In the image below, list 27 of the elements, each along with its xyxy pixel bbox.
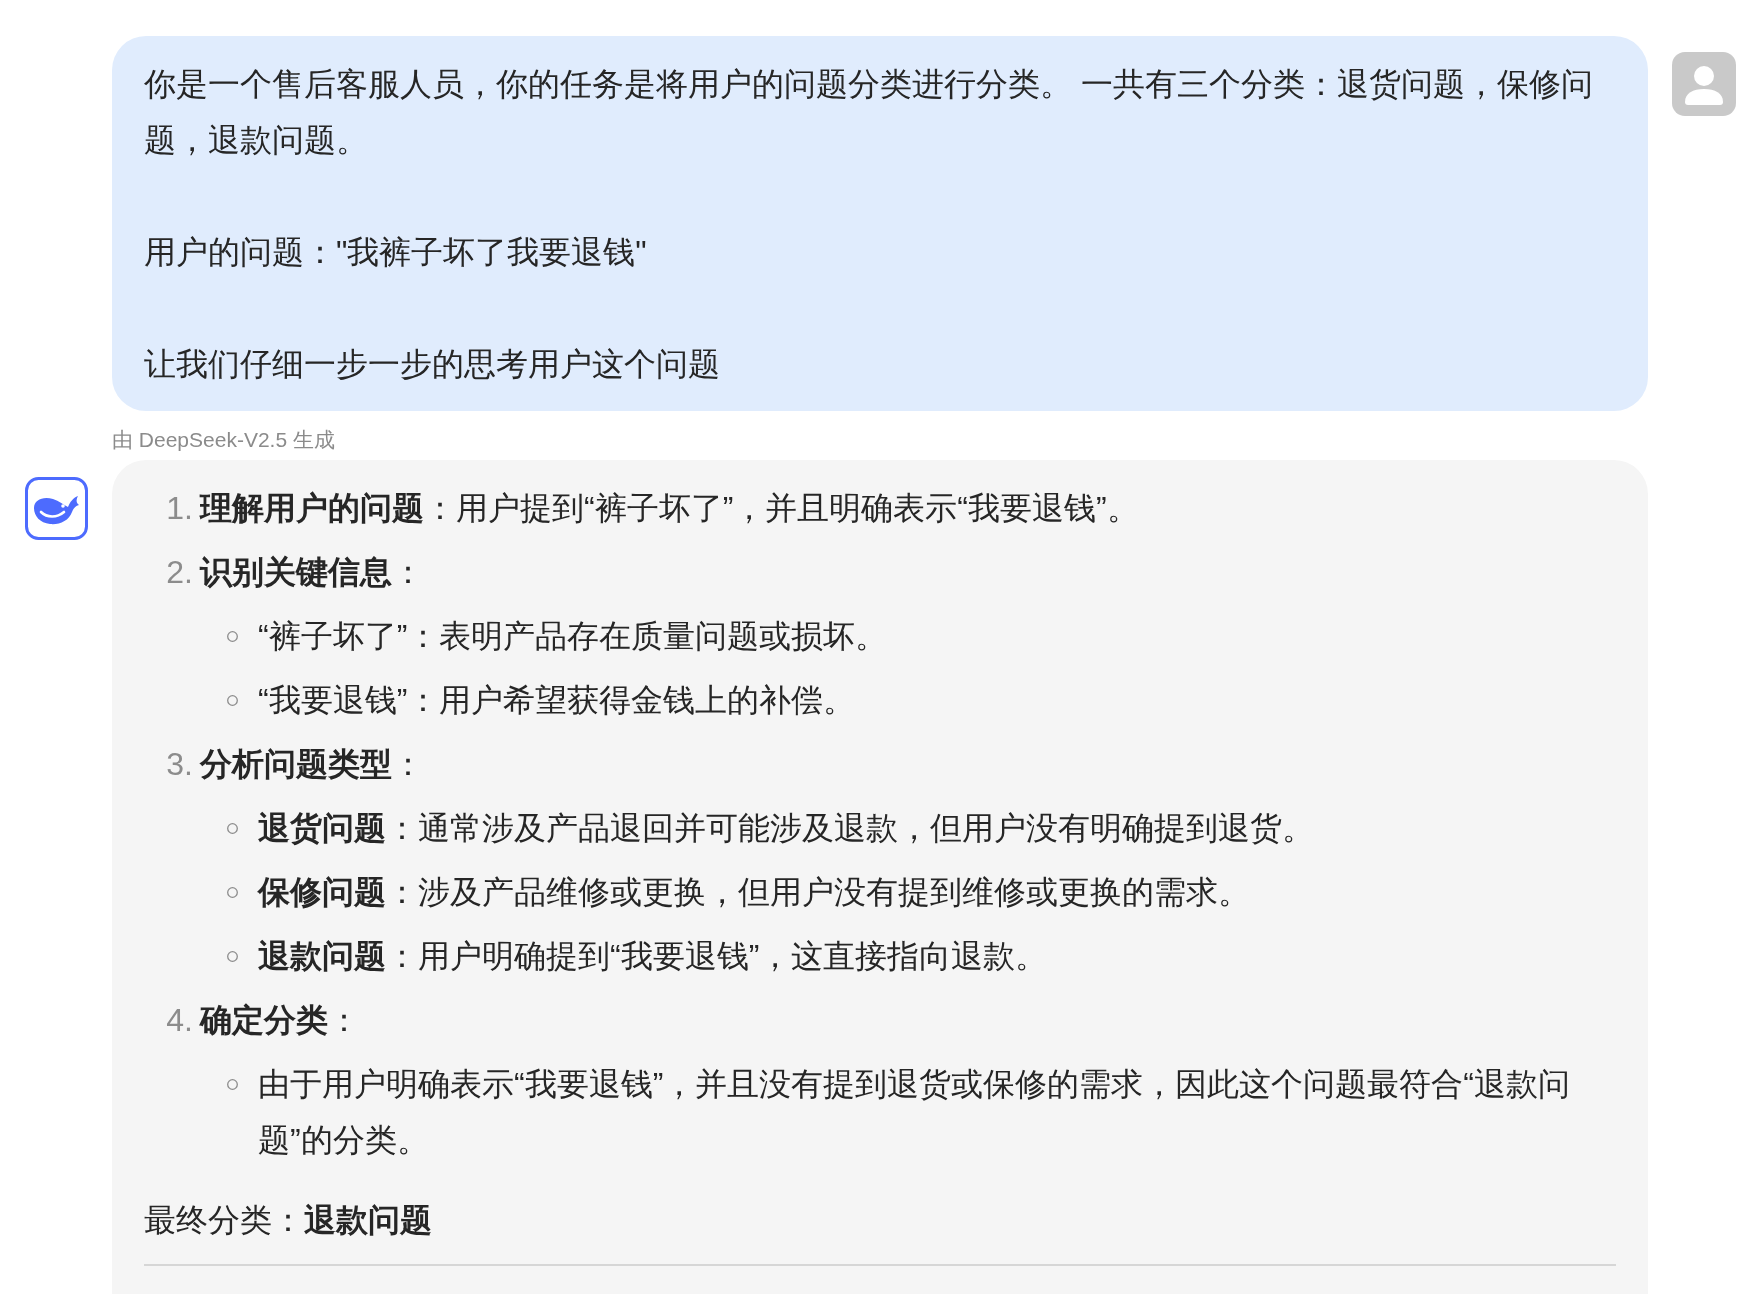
bullet-icon xyxy=(227,631,238,642)
bullet-icon xyxy=(227,1079,238,1090)
user-message-text: 你是一个售后客服人员，你的任务是将用户的问题分类进行分类。 一共有三个分类：退货问题，保修问题，退款问题。 xyxy=(144,65,1594,160)
list-number: 4. xyxy=(165,1001,193,1040)
bullet-icon xyxy=(227,887,238,898)
bullet-icon xyxy=(227,823,238,834)
sub-item-text: 保修问题：涉及产品维修或更换，但用户没有提到维修或更换的需求。 xyxy=(258,873,1250,912)
sub-item-text: “我要退钱”：用户希望获得金钱上的补偿。 xyxy=(258,681,856,720)
sub-item-text: 退款问题：用户明确提到“我要退钱”，这直接指向退款。 xyxy=(258,937,1048,976)
list-number: 2. xyxy=(165,553,193,592)
sub-item-text: 退货问题：通常涉及产品退回并可能涉及退款，但用户没有明确提到退货。 xyxy=(258,809,1314,848)
list-item-text: 分析问题类型： xyxy=(200,745,424,784)
model-label: 由 DeepSeek-V2.5 生成 xyxy=(112,428,335,451)
conclusion-text: 最终分类：退款问题 xyxy=(144,1202,432,1238)
user-message-text: 让我们仔细一步一步的思考用户这个问题 xyxy=(144,345,721,384)
list-item-text: 理解用户的问题：用户提到“裤子坏了”，并且明确表示“我要退钱”。 xyxy=(200,489,1139,528)
list-number: 3. xyxy=(165,745,193,784)
user-avatar-icon xyxy=(1672,52,1736,116)
list-item-text: 识别关键信息： xyxy=(200,553,424,592)
sub-item-text: 由于用户明确表示“我要退钱”，并且没有提到退货或保修的需求，因此这个问题最符合“退款问题”的分类。 xyxy=(258,1065,1571,1160)
bullet-icon xyxy=(227,951,238,962)
user-message-text: 用户的问题："我裤子坏了我要退钱" xyxy=(144,233,648,272)
list-item-text: 确定分类： xyxy=(200,1001,360,1040)
whale-logo-icon xyxy=(25,477,88,540)
sub-item-text: “裤子坏了”：表明产品存在质量问题或损坏。 xyxy=(258,617,888,656)
list-number: 1. xyxy=(165,489,193,528)
bullet-icon xyxy=(227,695,238,706)
